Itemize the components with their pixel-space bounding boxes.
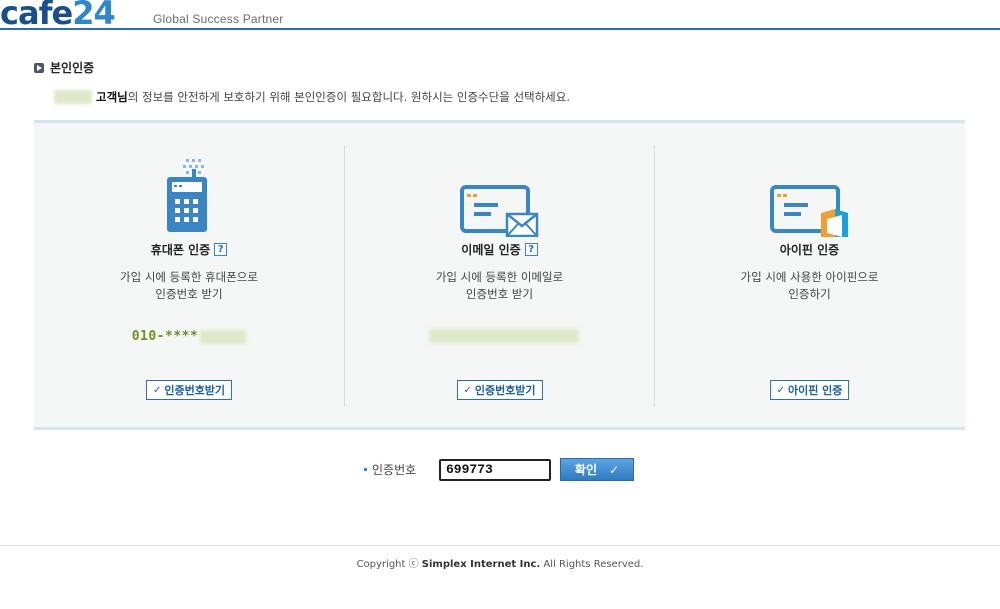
phone-request-code-label: 인증번호받기 — [164, 384, 226, 397]
phone-icon — [34, 157, 344, 237]
phone-request-code-button[interactable]: ✓ 인증번호받기 — [145, 380, 233, 400]
cafe24-logo[interactable]: cafe24 — [0, 0, 116, 32]
check-icon: ✓ — [776, 384, 785, 396]
confirm-button[interactable]: 확인 ✓ — [560, 458, 634, 481]
email-auth-column: 이메일 인증 ? 가입 시에 등록한 이메일로 인증번호 받기 ✓ 인증번호받기 — [344, 145, 654, 407]
confirm-button-label: 확인 — [574, 463, 598, 477]
description-text: 의 정보를 안전하게 보호하기 위해 본인인증이 필요합니다. 원하시는 인증수… — [127, 90, 570, 104]
check-icon: ✓ — [609, 462, 620, 477]
redacted-name — [54, 90, 92, 104]
masked-phone: 010-**** — [34, 329, 344, 344]
copyright-suffix: All Rights Reserved. — [540, 559, 644, 570]
verification-row: 인증번호 확인 ✓ — [364, 458, 634, 481]
section-title-text: 본인인증 — [50, 61, 95, 75]
verification-code-label: 인증번호 — [364, 461, 439, 478]
bullet-dot-icon — [364, 468, 367, 471]
company-name: Simplex Internet Inc. — [421, 559, 541, 570]
ipin-auth-button[interactable]: ✓ 아이핀 인증 — [769, 380, 850, 400]
footer-divider — [0, 545, 1000, 546]
ipin-auth-label: 아이핀 인증 — [787, 384, 843, 397]
auth-methods-panel: 휴대폰 인증 ? 가입 시에 등록한 휴대폰으로 인증번호 받기 010-***… — [34, 120, 965, 430]
tagline: Global Success Partner — [153, 12, 284, 26]
logo-text: cafe — [0, 0, 73, 32]
email-icon — [345, 157, 654, 238]
ipin-auth-title: 아이핀 인증 — [655, 241, 964, 258]
copyright-prefix: Copyright ⓒ — [356, 559, 422, 570]
check-icon: ✓ — [463, 384, 472, 396]
redacted-email — [428, 329, 579, 343]
description: 고객님 의 정보를 안전하게 보호하기 위해 본인인증이 필요합니다. 원하시는… — [54, 89, 570, 105]
phone-auth-column: 휴대폰 인증 ? 가입 시에 등록한 휴대폰으로 인증번호 받기 010-***… — [34, 145, 344, 407]
phone-auth-title: 휴대폰 인증 ? — [34, 241, 344, 258]
section-title: 본인인증 — [34, 59, 94, 76]
email-auth-title-text: 이메일 인증 — [461, 243, 521, 257]
ipin-auth-description: 가입 시에 사용한 아이핀으로 인증하기 — [740, 270, 879, 301]
footer: Copyright ⓒ Simplex Internet Inc. All Ri… — [0, 555, 1000, 570]
email-request-code-label: 인증번호받기 — [474, 384, 536, 397]
email-auth-title: 이메일 인증 ? — [345, 241, 654, 258]
logo-number: 24 — [72, 0, 116, 32]
verification-code-label-text: 인증번호 — [372, 463, 417, 477]
masked-email — [345, 329, 654, 343]
email-request-code-button[interactable]: ✓ 인증번호받기 — [456, 380, 543, 400]
customer-label: 고객님 — [96, 90, 128, 104]
email-auth-description: 가입 시에 등록한 이메일로 인증번호 받기 — [435, 270, 564, 301]
help-icon[interactable]: ? — [524, 243, 538, 256]
bullet-icon — [34, 62, 44, 73]
redacted-phone-digits — [200, 329, 247, 344]
ipin-icon — [655, 157, 964, 243]
masked-phone-number: 010-**** — [131, 329, 199, 344]
verification-code-input[interactable] — [439, 458, 551, 481]
check-icon: ✓ — [152, 384, 162, 396]
header: cafe24 Global Success Partner — [0, 0, 1000, 30]
phone-auth-description: 가입 시에 등록한 휴대폰으로 인증번호 받기 — [120, 270, 258, 301]
help-icon[interactable]: ? — [214, 243, 228, 256]
phone-auth-title-text: 휴대폰 인증 — [150, 243, 211, 257]
ipin-auth-title-text: 아이핀 인증 — [779, 243, 840, 257]
ipin-auth-column: 아이핀 인증 가입 시에 사용한 아이핀으로 인증하기 ✓ 아이핀 인증 — [654, 145, 964, 407]
